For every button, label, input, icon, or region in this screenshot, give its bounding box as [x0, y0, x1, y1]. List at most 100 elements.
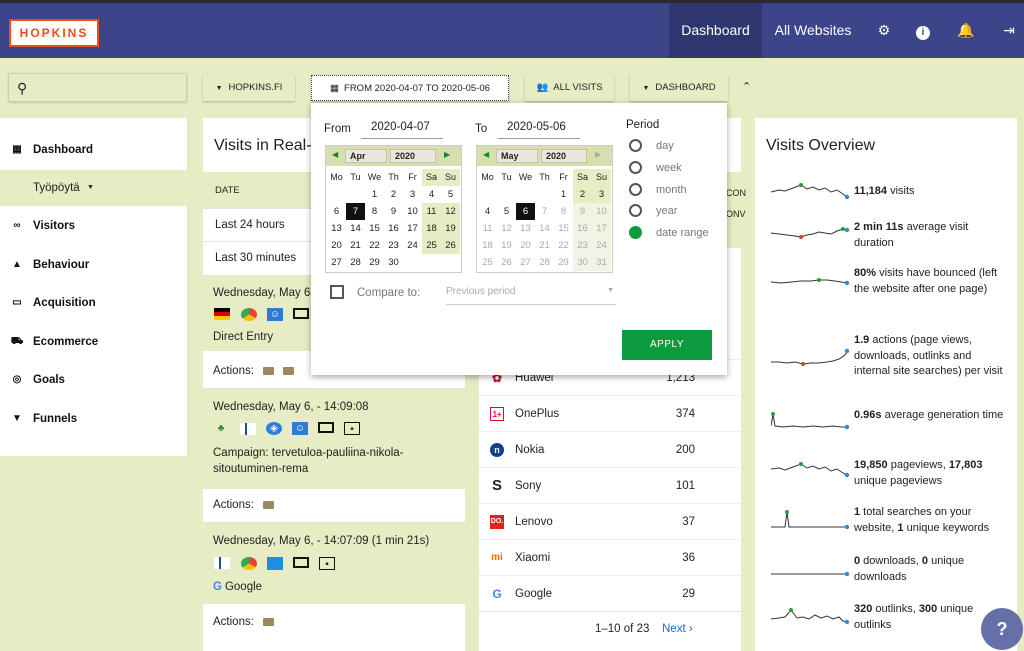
- table-row[interactable]: G Google 29: [479, 575, 741, 611]
- segment-selector-button[interactable]: 👥 ALL VISITS: [525, 75, 614, 101]
- calendar-day[interactable]: 20: [516, 237, 535, 254]
- calendar-day[interactable]: 26: [441, 237, 460, 254]
- period-date-range-radio[interactable]: [629, 226, 642, 239]
- calendar-day[interactable]: 10: [403, 203, 422, 220]
- to-year-select[interactable]: 2020: [541, 149, 587, 163]
- calendar-day[interactable]: 11: [478, 220, 497, 237]
- period-week-radio[interactable]: [629, 161, 642, 174]
- calendar-day[interactable]: 15: [554, 220, 573, 237]
- dashboard-selector-button[interactable]: ▼ DASHBOARD: [630, 75, 728, 101]
- calendar-day[interactable]: 25: [422, 237, 441, 254]
- calendar-day[interactable]: 13: [516, 220, 535, 237]
- nav-all-websites-link[interactable]: All Websites: [762, 3, 864, 58]
- calendar-day[interactable]: 13: [327, 220, 346, 237]
- calendar-day[interactable]: 29: [554, 254, 573, 271]
- calendar-day[interactable]: 17: [592, 220, 611, 237]
- calendar-day[interactable]: 18: [478, 237, 497, 254]
- calendar-day[interactable]: 27: [516, 254, 535, 271]
- calendar-day[interactable]: 3: [592, 186, 611, 203]
- date-range-button[interactable]: ▦ FROM 2020-04-07 TO 2020-05-06: [311, 75, 509, 101]
- calendar-day[interactable]: 22: [365, 237, 384, 254]
- calendar-day[interactable]: 24: [403, 237, 422, 254]
- to-month-select[interactable]: May: [496, 149, 538, 163]
- sidebar-item-behaviour[interactable]: ▲ Behaviour: [0, 246, 187, 284]
- calendar-day[interactable]: 31: [592, 254, 611, 271]
- calendar-day[interactable]: 25: [478, 254, 497, 271]
- sidebar-item-acquisition[interactable]: ▭ Acquisition: [0, 284, 187, 322]
- next-month-arrow[interactable]: ▶: [444, 150, 450, 159]
- prev-month-arrow[interactable]: ◀: [483, 150, 489, 159]
- table-row[interactable]: 1+ OnePlus 374: [479, 395, 741, 431]
- calendar-day[interactable]: 30: [384, 254, 403, 271]
- calendar-day[interactable]: 17: [403, 220, 422, 237]
- compare-checkbox[interactable]: [330, 285, 344, 299]
- help-button[interactable]: ?: [981, 608, 1023, 650]
- calendar-day[interactable]: 4: [478, 203, 497, 220]
- from-date-input[interactable]: 2020-04-07: [361, 121, 443, 139]
- calendar-day[interactable]: 5: [441, 186, 460, 203]
- compare-period-select[interactable]: Previous period ▼: [446, 283, 616, 305]
- calendar-day[interactable]: 8: [365, 203, 384, 220]
- calendar-day[interactable]: 9: [384, 203, 403, 220]
- calendar-day[interactable]: 19: [497, 237, 516, 254]
- calendar-day[interactable]: 27: [327, 254, 346, 271]
- calendar-day[interactable]: 23: [573, 237, 592, 254]
- prev-month-arrow[interactable]: ◀: [332, 150, 338, 159]
- hopkins-logo[interactable]: HOPKINS: [9, 19, 99, 47]
- sidebar-item-dashboard[interactable]: ▦ Dashboard: [0, 131, 187, 169]
- to-date-input[interactable]: 2020-05-06: [498, 121, 580, 139]
- table-row[interactable]: S Sony 101: [479, 467, 741, 503]
- site-selector-button[interactable]: ▼ HOPKINS.FI: [203, 75, 295, 101]
- calendar-day[interactable]: 21: [535, 237, 554, 254]
- calendar-day[interactable]: 7: [346, 203, 365, 220]
- calendar-day[interactable]: 11: [422, 203, 441, 220]
- calendar-day[interactable]: 10: [592, 203, 611, 220]
- calendar-day[interactable]: 22: [554, 237, 573, 254]
- calendar-day[interactable]: 18: [422, 220, 441, 237]
- from-month-select[interactable]: Apr: [345, 149, 387, 163]
- calendar-day[interactable]: 28: [535, 254, 554, 271]
- calendar-day[interactable]: 14: [346, 220, 365, 237]
- calendar-day[interactable]: 8: [554, 203, 573, 220]
- gear-icon[interactable]: ⚙: [867, 3, 901, 58]
- calendar-day[interactable]: 19: [441, 220, 460, 237]
- calendar-day[interactable]: 20: [327, 237, 346, 254]
- calendar-day[interactable]: 6: [327, 203, 346, 220]
- calendar-day[interactable]: 5: [497, 203, 516, 220]
- calendar-day[interactable]: 4: [422, 186, 441, 203]
- period-day-radio[interactable]: [629, 139, 642, 152]
- calendar-day[interactable]: 9: [573, 203, 592, 220]
- nav-dashboard-link[interactable]: Dashboard: [669, 3, 762, 58]
- apply-button[interactable]: APPLY: [622, 330, 712, 360]
- calendar-day[interactable]: 6: [516, 203, 535, 220]
- calendar-day[interactable]: 24: [592, 237, 611, 254]
- next-month-arrow[interactable]: ▶: [595, 150, 601, 159]
- calendar-day[interactable]: 23: [384, 237, 403, 254]
- sidebar-item-goals[interactable]: ◎ Goals: [0, 361, 187, 399]
- logout-icon[interactable]: ⇥: [992, 3, 1024, 58]
- calendar-day[interactable]: 2: [573, 186, 592, 203]
- sidebar-item-ecommerce[interactable]: ⛟ Ecommerce: [0, 323, 187, 361]
- bell-icon[interactable]: 🔔: [949, 3, 983, 58]
- sidebar-subitem-tyopoyta[interactable]: Työpöytä ▼: [0, 170, 187, 206]
- table-row[interactable]: DO. Lenovo 37: [479, 503, 741, 539]
- table-row[interactable]: mi Xiaomi 36: [479, 539, 741, 575]
- calendar-day[interactable]: 28: [346, 254, 365, 271]
- calendar-day[interactable]: 16: [573, 220, 592, 237]
- collapse-chevron-icon[interactable]: ⌃: [742, 80, 751, 93]
- calendar-day[interactable]: 12: [441, 203, 460, 220]
- calendar-day[interactable]: 21: [346, 237, 365, 254]
- calendar-day[interactable]: 29: [365, 254, 384, 271]
- from-year-select[interactable]: 2020: [390, 149, 436, 163]
- calendar-day[interactable]: 30: [573, 254, 592, 271]
- period-year-radio[interactable]: [629, 204, 642, 217]
- calendar-day[interactable]: 14: [535, 220, 554, 237]
- table-row[interactable]: n Nokia 200: [479, 431, 741, 467]
- info-icon[interactable]: i: [906, 3, 940, 58]
- calendar-day[interactable]: 26: [497, 254, 516, 271]
- sidebar-item-funnels[interactable]: ▼ Funnels: [0, 400, 187, 438]
- period-month-radio[interactable]: [629, 183, 642, 196]
- calendar-day[interactable]: 3: [403, 186, 422, 203]
- calendar-day[interactable]: 1: [554, 186, 573, 203]
- calendar-day[interactable]: 2: [384, 186, 403, 203]
